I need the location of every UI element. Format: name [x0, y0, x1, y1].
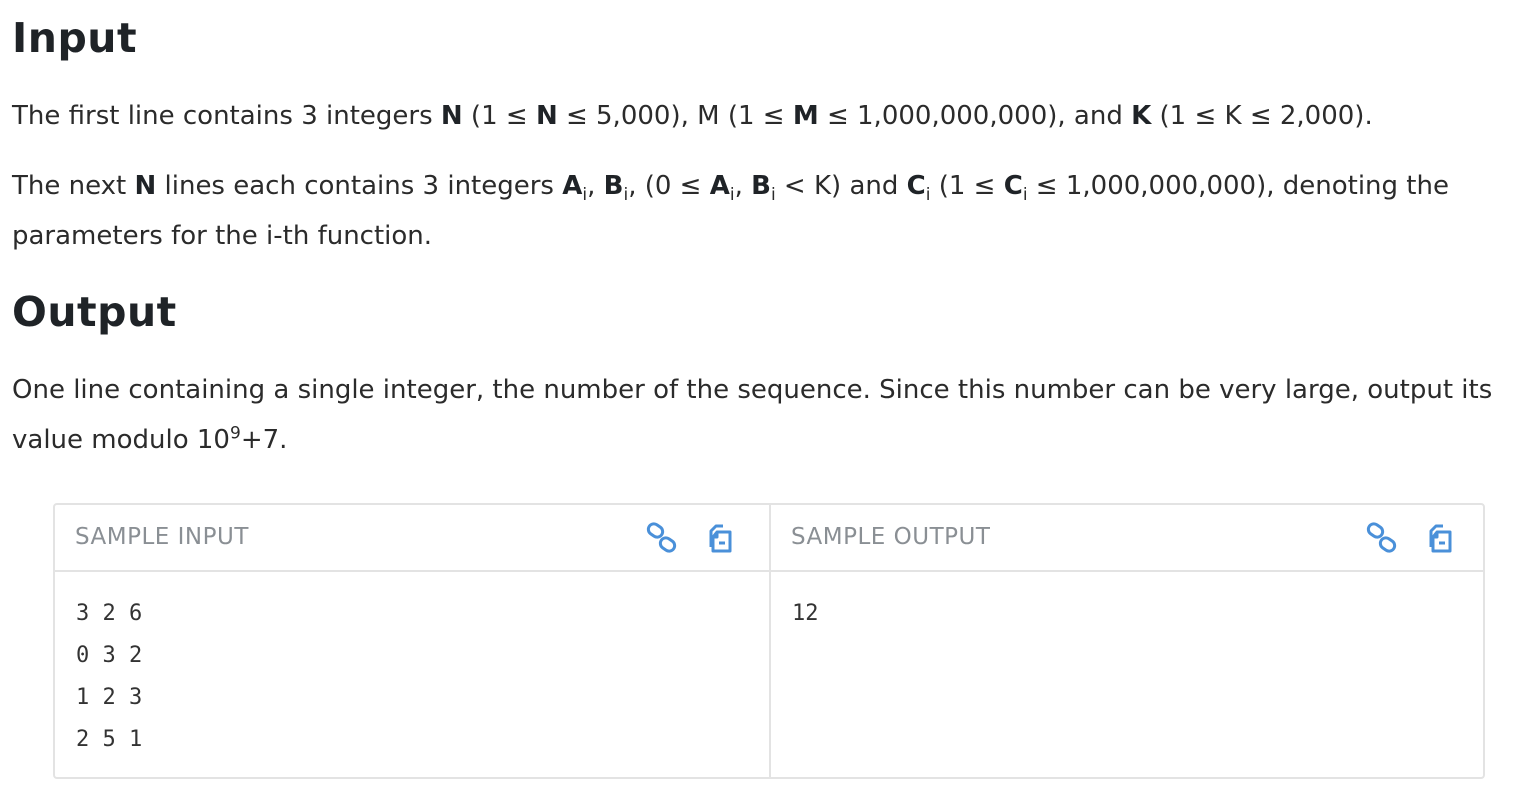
- sample-output-code: 12: [792, 601, 819, 626]
- sample-output-title: SAMPLE OUTPUT: [791, 524, 991, 550]
- sample-input-column: SAMPLE INPUT 3 2 6 0 3 2 1 2 3 2 5 1: [55, 505, 771, 777]
- problem-page: Input The first line contains 3 integers…: [0, 0, 1536, 806]
- output-description: One line containing a single integer, th…: [12, 375, 1493, 455]
- sample-output-header: SAMPLE OUTPUT: [771, 505, 1483, 572]
- link-icon[interactable]: [645, 521, 679, 555]
- input-heading: Input: [12, 14, 138, 62]
- input-description-line2: The next N lines each contains 3 integer…: [12, 171, 1449, 251]
- input-description-line1: The first line contains 3 integers N (1 …: [12, 101, 1373, 131]
- sample-input-title: SAMPLE INPUT: [75, 524, 249, 550]
- sample-input-header: SAMPLE INPUT: [55, 505, 769, 572]
- copy-icon[interactable]: [703, 521, 737, 555]
- output-heading: Output: [12, 288, 177, 336]
- sample-output-column: SAMPLE OUTPUT 12: [771, 505, 1483, 777]
- link-icon[interactable]: [1365, 521, 1399, 555]
- sample-io-panel: SAMPLE INPUT 3 2 6 0 3 2 1 2 3 2 5 1 SAM…: [53, 503, 1485, 779]
- sample-input-code: 3 2 6 0 3 2 1 2 3 2 5 1: [76, 601, 143, 752]
- copy-icon[interactable]: [1423, 521, 1457, 555]
